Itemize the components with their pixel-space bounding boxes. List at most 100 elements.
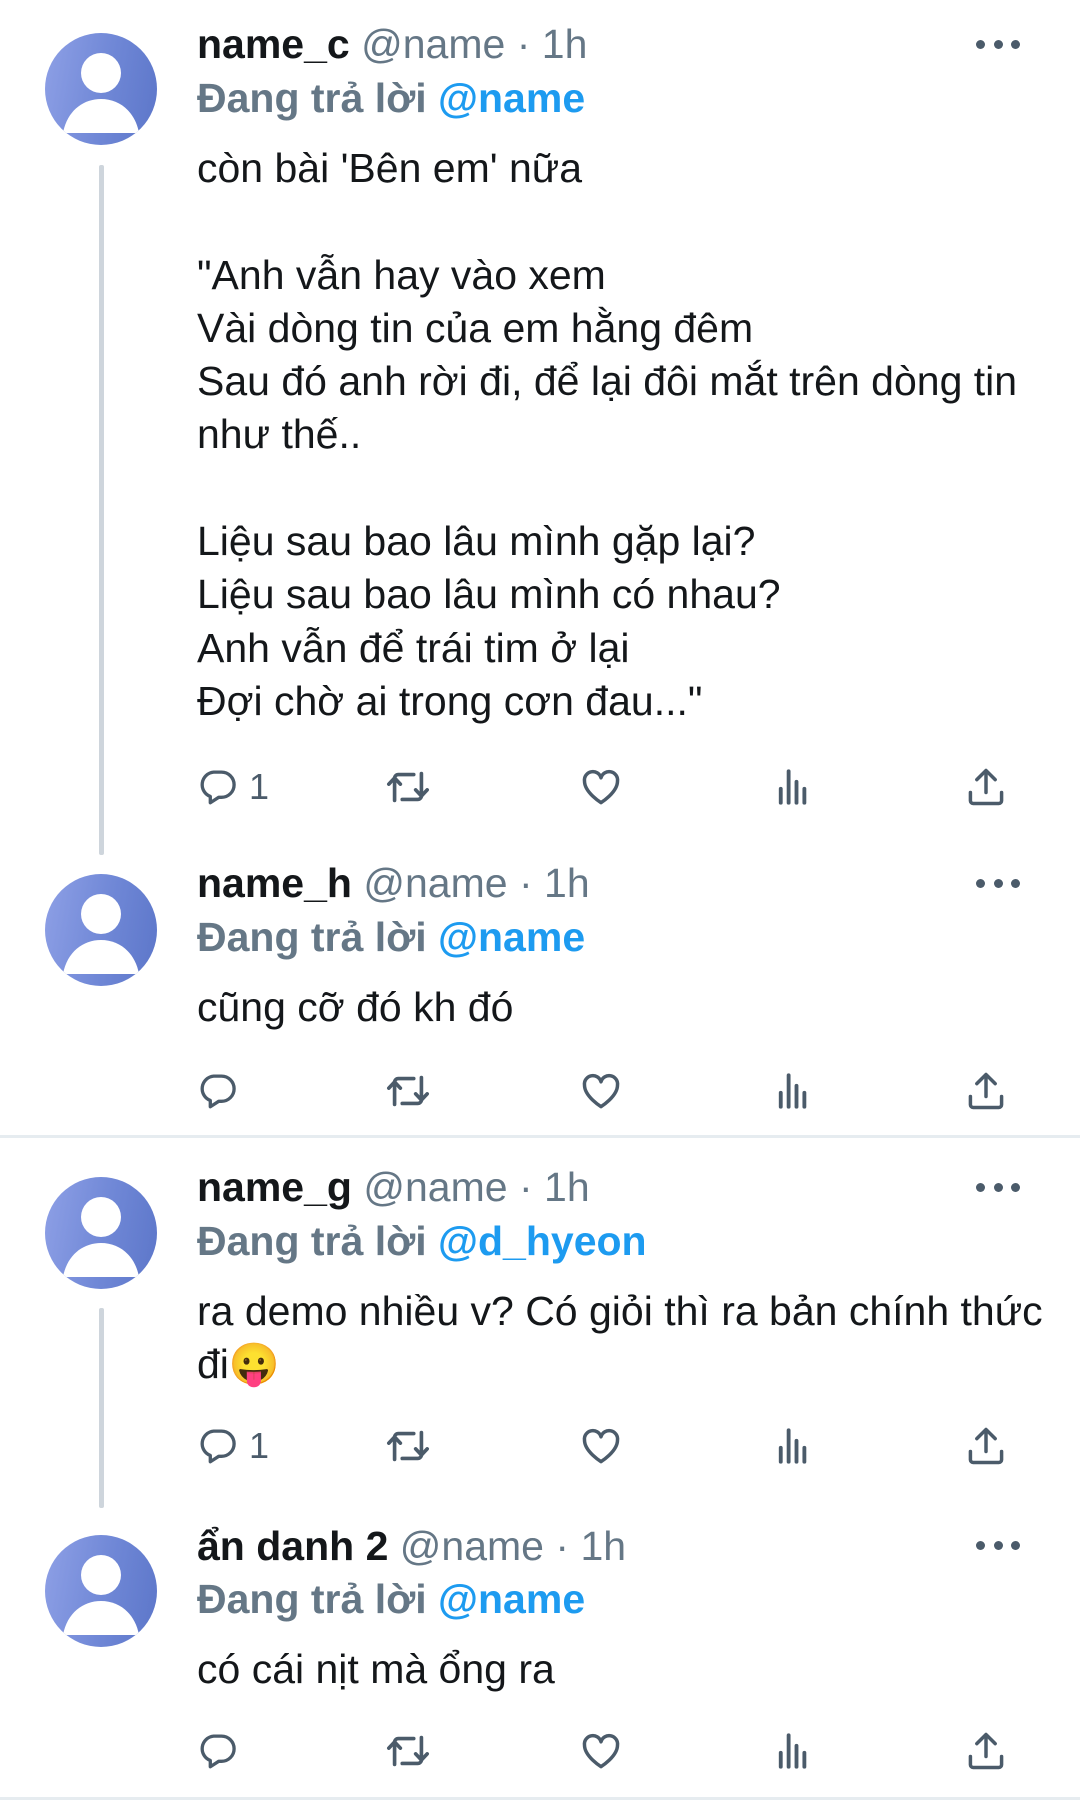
retweet-button[interactable] bbox=[385, 1726, 431, 1776]
more-dots-icon[interactable] bbox=[976, 1537, 1020, 1553]
tweet-card[interactable]: name_c @name · 1h Đang trả lời @name còn… bbox=[0, 0, 1080, 855]
like-button[interactable] bbox=[579, 1421, 623, 1471]
share-upload-icon bbox=[964, 1729, 1008, 1773]
person-icon bbox=[45, 1177, 157, 1289]
replying-to: Đang trả lời @name bbox=[197, 912, 585, 962]
avatar[interactable] bbox=[45, 1535, 157, 1647]
reply-button[interactable]: 1 bbox=[197, 1421, 269, 1471]
retweet-button[interactable] bbox=[385, 1066, 431, 1116]
reply-bubble-icon bbox=[197, 1425, 239, 1467]
action-bar bbox=[197, 1726, 1017, 1776]
heart-icon bbox=[579, 1069, 623, 1113]
timestamp[interactable]: 1h bbox=[544, 860, 590, 906]
separator-dot: · bbox=[516, 21, 531, 67]
retweet-icon bbox=[385, 1423, 431, 1469]
display-name[interactable]: ẩn danh 2 bbox=[197, 1523, 388, 1569]
more-dots-icon[interactable] bbox=[976, 36, 1020, 52]
reply-button[interactable] bbox=[197, 1726, 249, 1776]
replying-to-handle[interactable]: @name bbox=[438, 75, 585, 121]
retweet-icon bbox=[385, 1068, 431, 1114]
tweet-text: cũng cỡ đó kh đó bbox=[197, 984, 514, 1030]
separator-dot: · bbox=[518, 1164, 533, 1210]
share-upload-icon bbox=[964, 765, 1008, 809]
heart-icon bbox=[579, 765, 623, 809]
divider bbox=[0, 1135, 1080, 1138]
more-dots-icon[interactable] bbox=[976, 875, 1020, 891]
reply-button[interactable] bbox=[197, 1066, 249, 1116]
tweet-card[interactable]: name_g @name · 1h Đang trả lời @d_hyeon … bbox=[0, 1140, 1080, 1510]
reply-button[interactable]: 1 bbox=[197, 762, 269, 812]
share-upload-icon bbox=[964, 1069, 1008, 1113]
tweet-text: ra demo nhiều v? Có giỏi thì ra bản chín… bbox=[197, 1288, 1055, 1388]
replying-to: Đang trả lời @name bbox=[197, 73, 585, 123]
replying-to-handle[interactable]: @d_hyeon bbox=[438, 1218, 647, 1264]
share-button[interactable] bbox=[964, 762, 1008, 812]
tweet-card[interactable]: name_h @name · 1h Đang trả lời @name cũn… bbox=[0, 850, 1080, 1135]
tweet-text: có cái nịt mà ổng ra bbox=[197, 1646, 555, 1692]
separator-dot: · bbox=[555, 1523, 570, 1569]
heart-icon bbox=[579, 1729, 623, 1773]
views-button[interactable] bbox=[772, 762, 814, 812]
analytics-bars-icon bbox=[772, 1730, 814, 1772]
user-handle[interactable]: @name bbox=[363, 860, 507, 906]
retweet-button[interactable] bbox=[385, 1421, 431, 1471]
like-button[interactable] bbox=[579, 1726, 623, 1776]
replying-to-label: Đang trả lời bbox=[197, 1218, 427, 1264]
analytics-bars-icon bbox=[772, 766, 814, 808]
action-bar: 1 bbox=[197, 1421, 1017, 1471]
tweet-text: còn bài 'Bên em' nữa "Anh vẫn hay vào xe… bbox=[197, 145, 1018, 724]
reply-count: 1 bbox=[249, 766, 270, 807]
views-button[interactable] bbox=[772, 1066, 814, 1116]
replying-to-label: Đang trả lời bbox=[197, 914, 427, 960]
avatar[interactable] bbox=[45, 1177, 157, 1289]
views-button[interactable] bbox=[772, 1726, 814, 1776]
more-dots-icon[interactable] bbox=[976, 1179, 1020, 1195]
display-name[interactable]: name_g bbox=[197, 1164, 352, 1210]
tweet-header: name_c @name · 1h bbox=[197, 20, 587, 68]
tweet-header: name_h @name · 1h bbox=[197, 859, 590, 907]
share-button[interactable] bbox=[964, 1726, 1008, 1776]
share-button[interactable] bbox=[964, 1066, 1008, 1116]
analytics-bars-icon bbox=[772, 1425, 814, 1467]
retweet-icon bbox=[385, 1728, 431, 1774]
user-handle[interactable]: @name bbox=[361, 21, 505, 67]
person-icon bbox=[45, 874, 157, 986]
retweet-button[interactable] bbox=[385, 762, 431, 812]
display-name[interactable]: name_h bbox=[197, 860, 352, 906]
action-bar bbox=[197, 1066, 1017, 1116]
timestamp[interactable]: 1h bbox=[580, 1523, 626, 1569]
replying-to: Đang trả lời @name bbox=[197, 1574, 585, 1624]
heart-icon bbox=[579, 1424, 623, 1468]
user-handle[interactable]: @name bbox=[363, 1164, 507, 1210]
avatar[interactable] bbox=[45, 33, 157, 145]
reply-count: 1 bbox=[249, 1425, 270, 1466]
replying-to: Đang trả lời @d_hyeon bbox=[197, 1216, 647, 1266]
reply-bubble-icon bbox=[197, 1070, 239, 1112]
analytics-bars-icon bbox=[772, 1070, 814, 1112]
timestamp[interactable]: 1h bbox=[544, 1164, 590, 1210]
person-icon bbox=[45, 33, 157, 145]
share-upload-icon bbox=[964, 1424, 1008, 1468]
display-name[interactable]: name_c bbox=[197, 21, 350, 67]
replying-to-handle[interactable]: @name bbox=[438, 1576, 585, 1622]
like-button[interactable] bbox=[579, 1066, 623, 1116]
timestamp[interactable]: 1h bbox=[542, 21, 588, 67]
reply-bubble-icon bbox=[197, 766, 239, 808]
tweet-card[interactable]: ẩn danh 2 @name · 1h Đang trả lời @name … bbox=[0, 1510, 1080, 1800]
separator-dot: · bbox=[518, 860, 533, 906]
replying-to-handle[interactable]: @name bbox=[438, 914, 585, 960]
retweet-icon bbox=[385, 764, 431, 810]
avatar[interactable] bbox=[45, 874, 157, 986]
reply-bubble-icon bbox=[197, 1730, 239, 1772]
user-handle[interactable]: @name bbox=[400, 1523, 544, 1569]
person-icon bbox=[45, 1535, 157, 1647]
tweet-header: ẩn danh 2 @name · 1h bbox=[197, 1522, 626, 1570]
share-button[interactable] bbox=[964, 1421, 1008, 1471]
views-button[interactable] bbox=[772, 1421, 814, 1471]
replying-to-label: Đang trả lời bbox=[197, 1576, 427, 1622]
tweet-header: name_g @name · 1h bbox=[197, 1163, 590, 1211]
action-bar: 1 bbox=[197, 762, 1017, 812]
thread-line bbox=[99, 1308, 104, 1508]
like-button[interactable] bbox=[579, 762, 623, 812]
replying-to-label: Đang trả lời bbox=[197, 75, 427, 121]
